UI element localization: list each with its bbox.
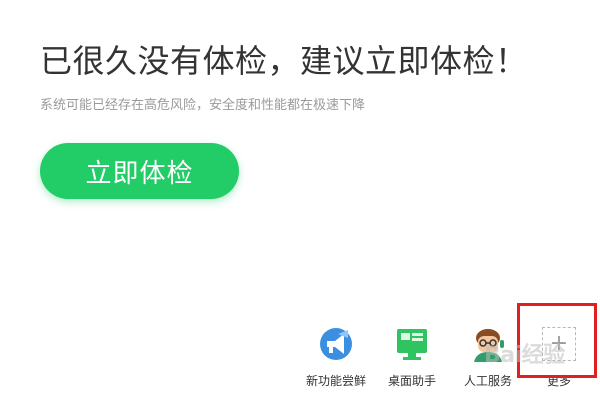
monitor-icon (394, 326, 430, 362)
avatar-icon (470, 326, 506, 362)
megaphone-icon (318, 326, 354, 362)
tool-label: 桌面助手 (387, 374, 436, 388)
page-headline: 已很久没有体检，建议立即体检！ (40, 42, 528, 80)
tool-label: 人工服务 (463, 374, 512, 388)
tool-more[interactable]: + 更多 (524, 326, 594, 389)
tool-desktop-assistant[interactable]: 桌面助手 (377, 326, 447, 389)
tool-label: 新功能尝鲜 (305, 374, 366, 388)
tool-new-features[interactable]: 新功能尝鲜 (301, 326, 371, 389)
check-now-button[interactable]: 立即体检 (40, 143, 239, 199)
risk-warning-text: 系统可能已经存在高危风险，安全度和性能都在极速下降 (40, 98, 366, 113)
tool-label: 更多 (546, 374, 571, 388)
tool-human-service[interactable]: 人工服务 (453, 326, 523, 389)
plus-icon: + (541, 326, 577, 362)
page: 已很久没有体检，建议立即体检！ 系统可能已经存在高危风险，安全度和性能都在极速下… (0, 0, 600, 400)
